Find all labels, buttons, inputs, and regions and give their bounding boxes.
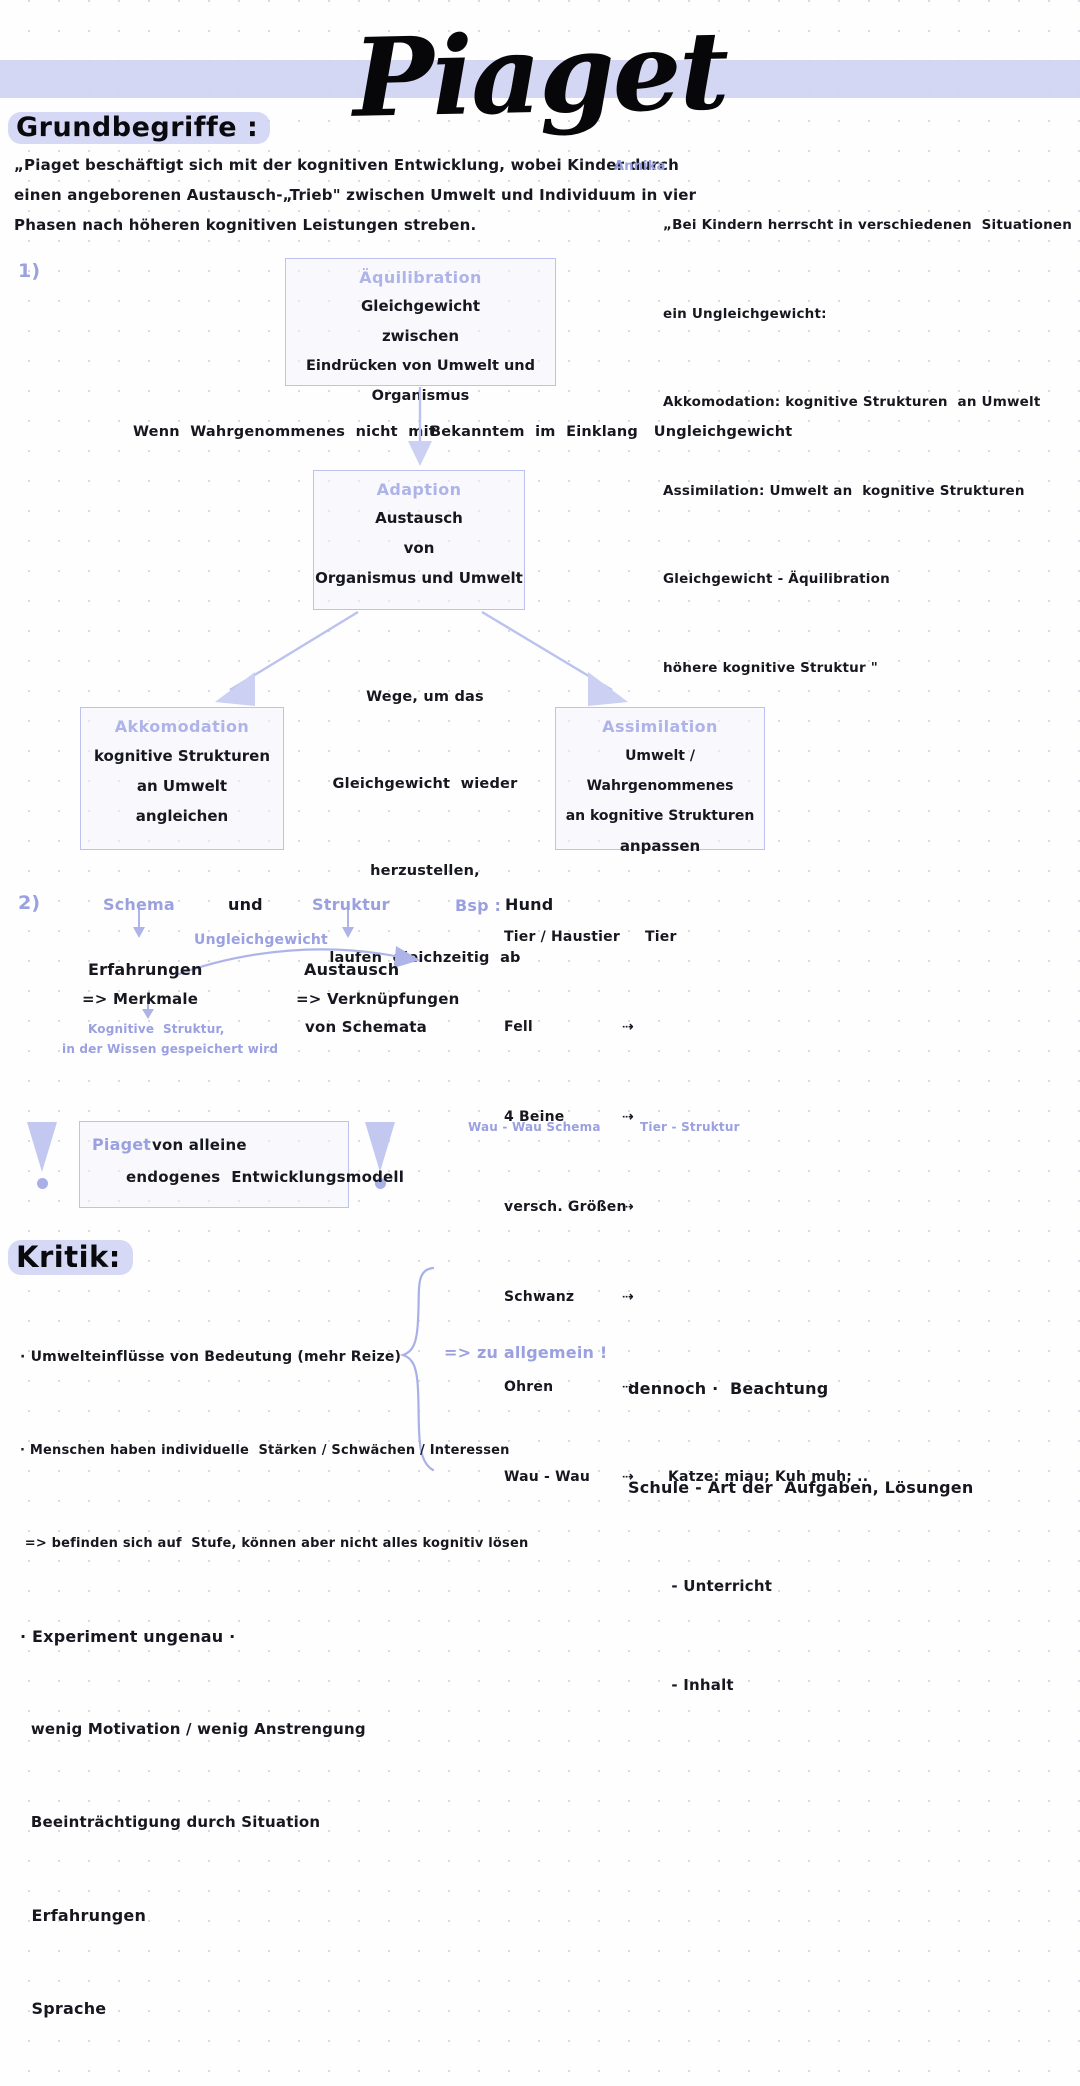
connector-text-right: Bekanntem im Einklang Ungleichgewicht <box>430 424 793 440</box>
notebook-page: Piaget Grundbegriffe : „Piaget beschäfti… <box>0 0 1080 2018</box>
arrow-head-adaption-assimilation <box>588 672 628 706</box>
label-struktur: Struktur <box>312 895 390 914</box>
connector-text-left: Wenn Wahrgenommenes nicht mit <box>133 424 436 440</box>
annotation-line-6: höhere kognitive Struktur " <box>663 659 878 676</box>
exclamation-icon-left <box>25 1122 59 1196</box>
section-heading-kritik: Kritik: <box>8 1238 133 1276</box>
warning-box-label: Piaget <box>92 1135 152 1154</box>
annotation-line-2: ein Ungleichgewicht: <box>663 305 827 322</box>
box-warning-piaget: Piaget von alleine endogenes Entwicklung… <box>79 1121 404 1208</box>
table-row: versch. Größen ⇢ <box>504 1192 868 1222</box>
table-row: Fell ⇢ <box>504 1012 868 1042</box>
kritik-right-line-1: dennoch · Beachtung <box>628 1379 829 1398</box>
box-adaption: Adaption Austausch von Organismus und Um… <box>313 470 525 610</box>
middle-line-2: Gleichgewicht wieder <box>332 776 518 792</box>
label-schema: Schema <box>103 895 175 914</box>
box-aequilibration: Äquilibration Gleichgewicht zwischen Ein… <box>285 258 556 404</box>
box-aequilibration-line-1: Gleichgewicht <box>361 297 480 315</box>
kritik-conclusion: => zu allgemein ! <box>444 1343 608 1362</box>
list-number-one: 1) <box>18 260 41 282</box>
intro-paragraph: „Piaget beschäftigt sich mit der kogniti… <box>14 156 697 234</box>
kritik-right-block: dennoch · Beachtung Schule - Art der Auf… <box>628 1306 973 1768</box>
example-row-arrow: ⇢ <box>622 1199 634 1215</box>
schema-right-line-2: => Verknüpfungen <box>296 990 460 1008</box>
arrow-head-adaption-akkomodation <box>215 672 255 706</box>
kritik-label: Kritik: <box>8 1238 133 1276</box>
kritik-right-line-4: - Inhalt <box>628 1676 734 1694</box>
list-item: Beeinträchtigung durch Situation <box>20 1813 321 1831</box>
middle-line-1: Wege, um das <box>366 689 484 705</box>
box-aequilibration-line-3: Eindrücken von Umwelt und Organismus <box>306 358 535 404</box>
annotation-line-1: „Bei Kindern herrscht in verschiedenen S… <box>663 217 1073 233</box>
exclamation-dot <box>36 1178 48 1189</box>
schema-left-line-2: => Merkmale <box>82 990 199 1008</box>
box-adaption-line-2: von <box>403 539 435 557</box>
box-assimilation: Assimilation Umwelt / Wahrgenommenes an … <box>555 707 765 855</box>
annotation-author: Annika <box>614 159 666 174</box>
example-footer-right: Tier - Struktur <box>640 1120 740 1134</box>
box-aequilibration-title: Äquilibration <box>359 268 482 287</box>
kritik-right-line-3: - Unterricht <box>628 1577 773 1595</box>
annotation-line-5: Gleichgewicht - Äquilibration <box>663 571 890 587</box>
box-akkomodation: Akkomodation kognitive Strukturen an Umw… <box>80 707 284 850</box>
middle-line-3: herzustellen, <box>370 863 480 879</box>
box-assimilation-line-3: anpassen <box>619 837 701 855</box>
box-adaption-title: Adaption <box>376 480 462 499</box>
box-assimilation-title: Assimilation <box>602 717 718 736</box>
example-label: Bsp : <box>455 896 502 915</box>
box-aequilibration-line-2: zwischen <box>381 327 460 345</box>
list-item: Sprache <box>20 1999 107 2018</box>
schema-left-sub-2: in der Wissen gespeichert wird <box>62 1042 279 1056</box>
annotation-block: „Bei Kindern herrscht in verschiedenen S… <box>663 152 1072 742</box>
box-akkomodation-line-3: angleichen <box>135 807 229 825</box>
label-und: und <box>228 895 263 914</box>
example-row-left: Fell <box>504 1019 533 1035</box>
example-row-arrow: ⇢ <box>622 1019 634 1035</box>
list-item: · Menschen haben individuelle Stärken / … <box>20 1443 510 1458</box>
page-title: Piaget <box>351 8 729 142</box>
kritik-list: · Umwelteinflüsse von Bedeutung (mehr Re… <box>20 1280 528 2086</box>
annotation-line-3: Akkomodation: kognitive Strukturen an Um… <box>663 394 1041 410</box>
box-akkomodation-title: Akkomodation <box>114 717 250 736</box>
list-item: wenig Motivation / wenig Anstrengung <box>20 1720 366 1738</box>
arrow-head-schema-down <box>133 927 145 938</box>
warning-box-line-1: von alleine <box>152 1136 247 1154</box>
warning-box-line-2: endogenes Entwicklungsmodell <box>126 1168 405 1186</box>
list-item: · Experiment ungenau · <box>20 1627 236 1646</box>
box-adaption-line-3: Organismus und Umwelt <box>315 569 523 587</box>
box-adaption-line-1: Austausch <box>375 509 463 527</box>
box-assimilation-line-2: an kognitive Strukturen <box>565 808 755 824</box>
example-footer-left: Wau - Wau Schema <box>468 1120 601 1134</box>
schema-right-line-3: von Schemata <box>305 1018 427 1036</box>
list-item: Erfahrungen <box>20 1906 147 1925</box>
box-akkomodation-line-2: an Umwelt <box>136 777 228 795</box>
annotation-line-4: Assimilation: Umwelt an kognitive Strukt… <box>663 482 1025 499</box>
box-assimilation-line-1: Umwelt / Wahrgenommenes <box>586 748 734 794</box>
schema-left-line-1: Erfahrungen <box>88 960 203 979</box>
list-item: => befinden sich auf Stufe, können aber … <box>20 1536 529 1551</box>
example-row-left: versch. Größen <box>504 1199 627 1215</box>
example-header-left: Tier / Haustier <box>504 929 620 945</box>
list-number-two: 2) <box>18 892 41 914</box>
box-akkomodation-line-1: kognitive Strukturen <box>93 747 271 765</box>
example-header-right: Tier <box>645 929 677 945</box>
label-ungleichgewicht: Ungleichgewicht <box>194 932 328 948</box>
example-word: Hund <box>505 895 554 914</box>
kritik-right-line-2: Schule - Art der Aufgaben, Lösungen <box>628 1478 974 1497</box>
schema-right-line-1: Austausch <box>304 960 400 979</box>
exclamation-triangle <box>27 1122 57 1172</box>
